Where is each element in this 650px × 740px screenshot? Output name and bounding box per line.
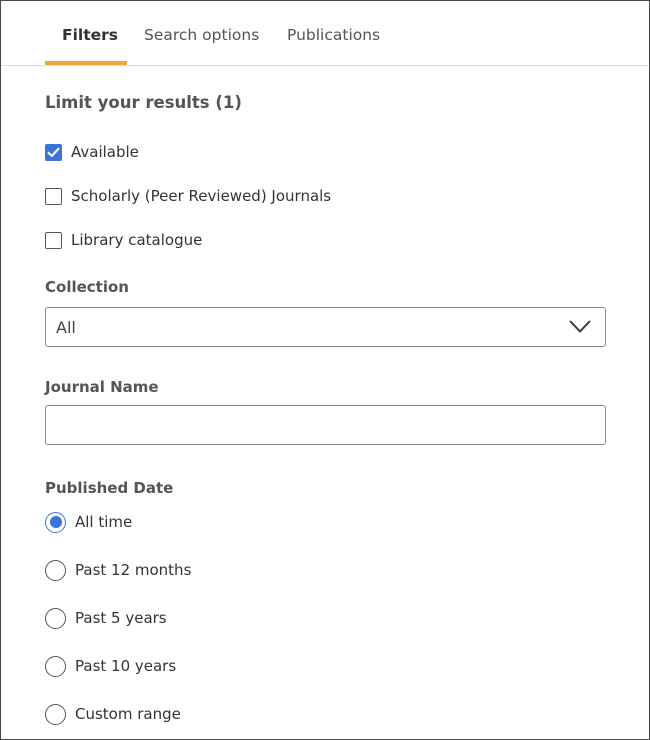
radio-past-12-months-label: Past 12 months bbox=[75, 561, 192, 579]
tab-bar: Filters Search options Publications bbox=[1, 1, 649, 66]
tab-filters[interactable]: Filters bbox=[62, 25, 118, 45]
checkbox-library-catalogue[interactable] bbox=[45, 231, 62, 249]
checkbox-library-catalogue-label: Library catalogue bbox=[71, 231, 203, 249]
radio-past-5-years-row[interactable]: Past 5 years bbox=[45, 607, 167, 629]
checkmark-icon bbox=[47, 147, 60, 157]
journal-name-label: Journal Name bbox=[45, 378, 159, 396]
checkbox-available[interactable] bbox=[45, 143, 62, 161]
radio-custom-range-label: Custom range bbox=[75, 705, 181, 723]
radio-all-time[interactable] bbox=[45, 511, 66, 533]
checkbox-scholarly-row[interactable]: Scholarly (Peer Reviewed) Journals bbox=[45, 186, 331, 206]
chevron-down-icon bbox=[569, 320, 591, 333]
filters-panel: Filters Search options Publications Limi… bbox=[0, 0, 650, 740]
checkbox-scholarly-label: Scholarly (Peer Reviewed) Journals bbox=[71, 187, 332, 205]
checkbox-library-catalogue-row[interactable]: Library catalogue bbox=[45, 230, 202, 250]
published-date-label: Published Date bbox=[45, 479, 174, 497]
limit-results-heading: Limit your results (1) bbox=[45, 93, 242, 112]
checkbox-available-row[interactable]: Available bbox=[45, 142, 139, 162]
checkbox-scholarly[interactable] bbox=[45, 187, 62, 205]
radio-past-5-years[interactable] bbox=[45, 607, 66, 629]
radio-past-10-years-row[interactable]: Past 10 years bbox=[45, 655, 176, 677]
radio-custom-range-row[interactable]: Custom range bbox=[45, 703, 181, 725]
tab-publications[interactable]: Publications bbox=[287, 25, 380, 45]
checkbox-available-label: Available bbox=[71, 143, 139, 161]
collection-selected-value: All bbox=[56, 318, 76, 337]
radio-past-5-years-label: Past 5 years bbox=[75, 609, 167, 627]
radio-all-time-label: All time bbox=[75, 513, 133, 531]
radio-selected-dot bbox=[49, 516, 62, 528]
collection-label: Collection bbox=[45, 278, 129, 296]
radio-custom-range[interactable] bbox=[45, 703, 66, 725]
radio-all-time-row[interactable]: All time bbox=[45, 511, 132, 533]
active-tab-indicator bbox=[45, 61, 127, 65]
tab-search-options[interactable]: Search options bbox=[144, 25, 259, 45]
radio-past-10-years-label: Past 10 years bbox=[75, 657, 177, 675]
radio-past-10-years[interactable] bbox=[45, 655, 66, 677]
radio-past-12-months[interactable] bbox=[45, 559, 66, 581]
journal-name-input[interactable] bbox=[45, 405, 606, 445]
collection-select[interactable]: All bbox=[45, 307, 606, 347]
radio-past-12-months-row[interactable]: Past 12 months bbox=[45, 559, 191, 581]
